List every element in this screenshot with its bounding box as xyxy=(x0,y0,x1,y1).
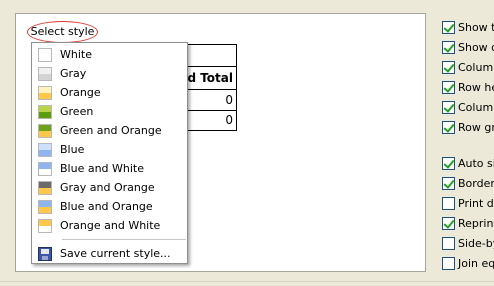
option-checkbox[interactable] xyxy=(442,156,455,170)
style-menu-item-label: Gray and Orange xyxy=(60,181,155,194)
option-checkbox[interactable] xyxy=(442,236,455,250)
style-menu-item-label: Orange xyxy=(60,86,101,99)
style-menu-item[interactable]: Gray and Orange xyxy=(35,178,185,197)
color-swatch-icon xyxy=(38,180,52,195)
style-menu-item[interactable]: Gray xyxy=(35,64,185,83)
color-swatch-icon xyxy=(38,104,52,119)
style-menu-item-label: Green and Orange xyxy=(60,124,162,137)
option-label: Show tit xyxy=(458,20,494,34)
style-menu-item-label: Blue and White xyxy=(60,162,145,175)
color-swatch-icon xyxy=(38,218,52,233)
option-checkbox[interactable] xyxy=(442,196,455,210)
menu-separator xyxy=(62,239,186,240)
style-menu-item[interactable]: Blue and White xyxy=(35,159,185,178)
option-row[interactable]: Side-by xyxy=(442,235,494,251)
option-row[interactable]: Auto siz xyxy=(442,155,494,171)
option-row[interactable]: Show co xyxy=(442,39,494,55)
color-swatch-icon xyxy=(38,66,52,81)
option-label: Auto siz xyxy=(458,156,494,170)
option-row[interactable]: Border 4 xyxy=(442,175,494,191)
style-menu: Save current style... White Gray Orange Gre… xyxy=(31,42,188,264)
style-menu-item-label: Blue and Orange xyxy=(60,200,153,213)
option-row[interactable]: Row gra xyxy=(442,119,494,135)
style-menu-item[interactable]: Blue xyxy=(35,140,185,159)
option-row[interactable]: Show tit xyxy=(442,19,494,35)
style-menu-item[interactable]: Green and Orange xyxy=(35,121,185,140)
save-current-style-label: Save current style... xyxy=(60,247,171,260)
color-swatch-icon xyxy=(38,47,52,62)
option-row[interactable]: Row he xyxy=(442,79,494,95)
option-checkbox[interactable] xyxy=(442,60,455,74)
option-label: Column xyxy=(458,60,494,74)
color-swatch-icon xyxy=(38,85,52,100)
style-menu-item[interactable]: Green xyxy=(35,102,185,121)
style-menu-item-label: Green xyxy=(60,105,94,118)
option-label: Side-by xyxy=(458,236,494,250)
select-style-button[interactable]: Select style xyxy=(27,21,98,43)
color-swatch-icon xyxy=(38,123,52,138)
option-row[interactable]: Print do xyxy=(442,195,494,211)
option-row[interactable]: Column xyxy=(442,99,494,115)
option-checkbox[interactable] xyxy=(442,20,455,34)
option-checkbox[interactable] xyxy=(442,216,455,230)
option-row[interactable]: Join equ xyxy=(442,255,494,271)
option-label: Join equ xyxy=(458,256,494,270)
option-checkbox[interactable] xyxy=(442,40,455,54)
style-menu-item[interactable]: White xyxy=(35,45,185,64)
option-label: Column xyxy=(458,100,494,114)
style-menu-item[interactable]: Blue and Orange xyxy=(35,197,185,216)
option-checkbox[interactable] xyxy=(442,176,455,190)
option-row[interactable]: Column xyxy=(442,59,494,75)
save-disk-icon xyxy=(38,246,52,261)
bottom-divider xyxy=(0,281,494,282)
color-swatch-icon xyxy=(38,161,52,176)
option-label: Row gra xyxy=(458,120,494,134)
option-label: Border 4 xyxy=(458,176,494,190)
style-menu-item-label: Gray xyxy=(60,67,87,80)
color-swatch-icon xyxy=(38,142,52,157)
option-label: Row he xyxy=(458,80,494,94)
save-current-style-item[interactable]: Save current style... xyxy=(35,244,185,263)
option-row[interactable]: Reprint xyxy=(442,215,494,231)
style-menu-item[interactable]: Orange xyxy=(35,83,185,102)
style-menu-item[interactable]: Orange and White xyxy=(35,216,185,235)
style-menu-item-label: Orange and White xyxy=(60,219,161,232)
option-checkbox[interactable] xyxy=(442,100,455,114)
option-checkbox[interactable] xyxy=(442,80,455,94)
option-checkbox[interactable] xyxy=(442,256,455,270)
style-menu-item-label: White xyxy=(60,48,92,61)
style-menu-item-label: Blue xyxy=(60,143,85,156)
option-label: Print do xyxy=(458,196,494,210)
option-label: Show co xyxy=(458,40,494,54)
option-label: Reprint xyxy=(458,216,494,230)
option-checkbox[interactable] xyxy=(442,120,455,134)
color-swatch-icon xyxy=(38,199,52,214)
